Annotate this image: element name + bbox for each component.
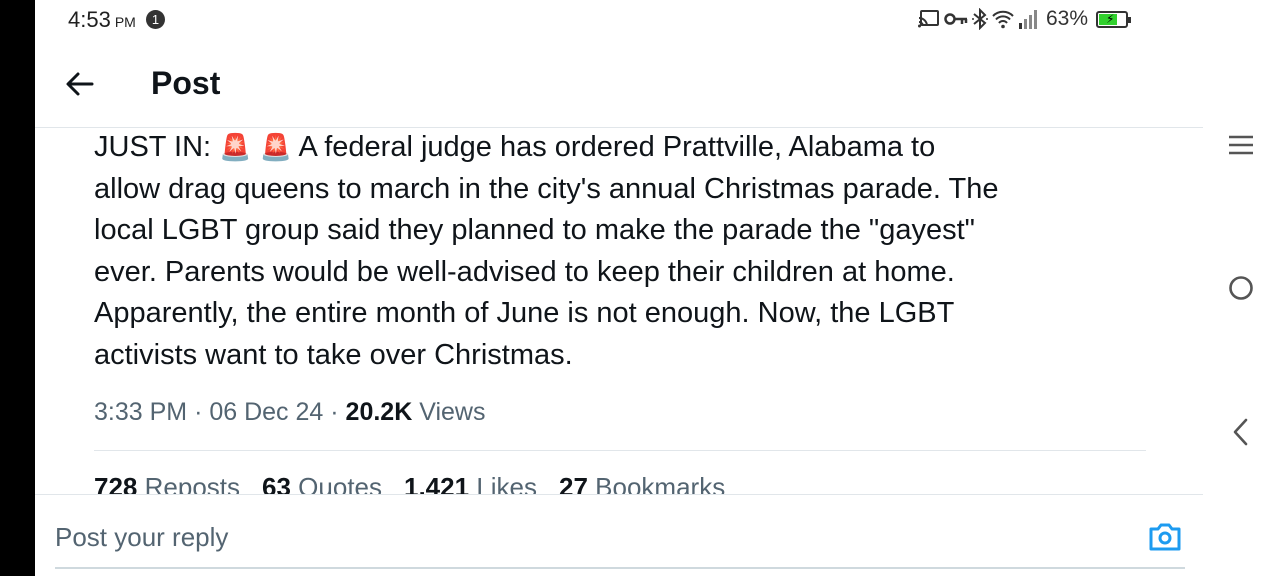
siren-emoji: 🚨 xyxy=(259,132,292,162)
meta-divider xyxy=(94,450,1146,451)
post-line: activists want to take over Christmas. xyxy=(94,338,573,371)
reposts-count: 728 xyxy=(94,472,138,494)
quotes-stat[interactable]: 63 Quotes xyxy=(262,472,382,494)
siren-emoji: 🚨 xyxy=(219,132,252,162)
views-label[interactable]: Views xyxy=(419,398,485,426)
post-line-lead: JUST IN: xyxy=(94,131,220,163)
likes-count: 1,421 xyxy=(404,472,470,494)
charging-bolt-icon: ⚡ xyxy=(1106,11,1115,26)
meta-separator: · xyxy=(330,398,339,426)
post-meta: 3:33 PM · 06 Dec 24 · 20.2K Views xyxy=(94,398,485,427)
post-line: local LGBT group said they planned to ma… xyxy=(94,214,975,246)
reposts-stat[interactable]: 728 Reposts xyxy=(94,472,240,494)
recents-icon[interactable] xyxy=(1228,134,1254,156)
reply-input[interactable]: Post your reply xyxy=(55,522,228,553)
bookmarks-stat[interactable]: 27 Bookmarks xyxy=(559,472,725,494)
wifi-icon xyxy=(992,10,1014,29)
post-line: JUST IN: 🚨 🚨 A federal judge has ordered… xyxy=(94,127,1144,169)
likes-stat[interactable]: 1,421 Likes xyxy=(404,472,537,494)
page-title: Post xyxy=(151,65,221,101)
battery-percent: 63% xyxy=(1046,7,1089,30)
nav-back-icon[interactable] xyxy=(1231,418,1251,446)
quotes-label: Quotes xyxy=(298,472,382,494)
battery-icon: ⚡ xyxy=(1096,10,1132,28)
notification-badge: 1 xyxy=(146,10,165,29)
quotes-count: 63 xyxy=(262,472,291,494)
bluetooth-icon xyxy=(972,8,988,30)
meta-separator: · xyxy=(194,398,203,426)
clock-ampm: PM xyxy=(114,14,136,30)
engagement-stats: 728 Reposts 63 Quotes 1,421 Likes 27 Boo… xyxy=(35,460,1203,494)
post-date: 06 Dec 24 xyxy=(209,398,324,426)
left-edge-bar xyxy=(0,0,35,576)
home-icon[interactable] xyxy=(1228,275,1254,301)
reposts-label: Reposts xyxy=(144,472,241,494)
vpn-key-icon xyxy=(944,13,968,25)
status-icons: 63% ⚡ xyxy=(918,6,1132,32)
reply-underline xyxy=(55,567,1185,569)
post-time: 3:33 PM xyxy=(94,398,188,426)
post-line: allow drag queens to march in the city's… xyxy=(94,172,999,205)
back-arrow-icon[interactable] xyxy=(63,67,97,101)
views-count[interactable]: 20.2K xyxy=(346,398,413,426)
likes-label: Likes xyxy=(476,472,538,494)
bookmarks-count: 27 xyxy=(559,472,588,494)
clock-time: 4:53 xyxy=(68,7,111,32)
signal-icon xyxy=(1019,10,1037,29)
post-line: Apparently, the entire month of June is … xyxy=(94,297,955,329)
status-time: 4:53 PM xyxy=(68,7,136,33)
post-line: ever. Parents would be well-advised to k… xyxy=(94,255,955,288)
post-line-rest: A federal judge has ordered Prattville, … xyxy=(298,131,936,163)
camera-icon[interactable] xyxy=(1148,520,1182,552)
post-text: JUST IN: 🚨 🚨 A federal judge has ordered… xyxy=(94,127,1144,376)
reply-divider xyxy=(35,494,1203,495)
bookmarks-label: Bookmarks xyxy=(595,472,726,494)
cast-icon xyxy=(918,10,939,28)
